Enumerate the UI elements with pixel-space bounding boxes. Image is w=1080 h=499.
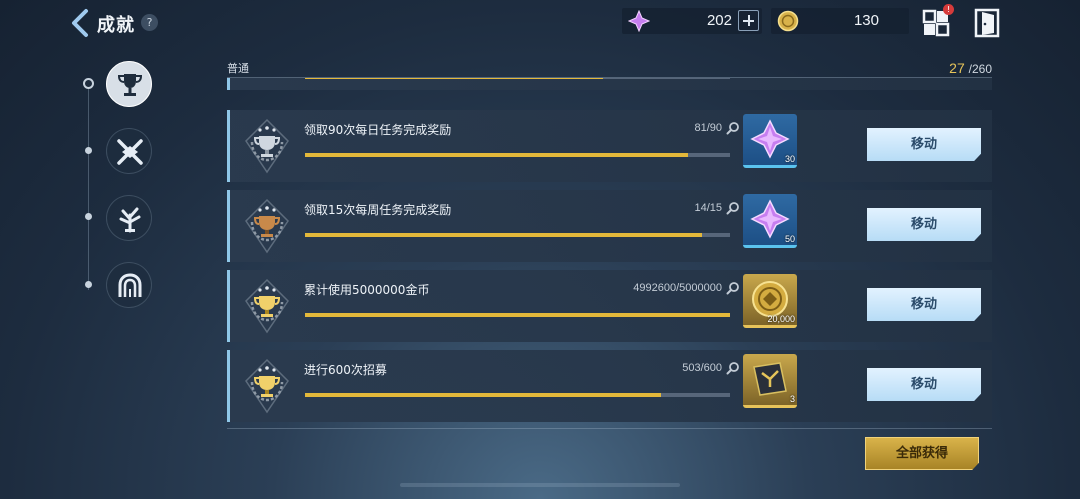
search-icon[interactable] [726,121,740,135]
move-button[interactable]: 移动 [867,288,981,321]
achievement-progress-bar [305,393,730,397]
reward-quantity: 20,000 [767,314,795,324]
move-button[interactable]: 移动 [867,368,981,401]
gold-coin-icon [777,10,799,32]
achievement-progress-bar [305,313,730,317]
page-title: 成就 [97,15,135,36]
reward-quantity: 30 [784,154,795,164]
exit-door-icon[interactable] [974,8,1000,38]
nav-dot [85,281,92,288]
purple-crystal-icon [750,119,790,159]
achievement-row: 领取15次每周任务完成奖励 14/15 50 移动 [227,190,992,262]
notification-badge: ! [943,4,954,15]
coin-resource: 130 [771,8,909,34]
nav-tab-trophy[interactable] [106,61,152,107]
category-nav [0,50,170,310]
achievement-progress-text: 503/600 [682,362,722,374]
achievement-badge-icon [244,358,290,414]
achievement-title: 进行600次招募 [304,363,387,377]
achievement-badge-icon [244,278,290,334]
tree-icon [119,207,141,233]
nav-tab-combat[interactable] [106,128,152,174]
achievement-row-partial [227,78,992,90]
achievement-counter: 27 /260 [949,60,992,76]
counter-current: 27 [949,60,965,76]
search-icon[interactable] [726,201,740,215]
nav-tab-arch[interactable] [106,262,152,308]
achievement-title: 领取90次每日任务完成奖励 [304,123,452,137]
section-label: 普通 [227,62,249,75]
achievement-row: 领取90次每日任务完成奖励 81/90 30 移动 [227,110,992,182]
achievement-progress-bar [305,153,730,157]
achievement-progress-text: 4992600/5000000 [633,282,722,294]
add-crystal-button[interactable] [738,10,759,31]
top-bar: 成就 ? 202 130 ! [0,0,1080,46]
crystal-value: 202 [706,12,732,29]
counter-total: /260 [968,62,992,76]
reward-item[interactable]: 30 [743,114,797,168]
purple-crystal-icon [750,199,790,239]
claim-all-button[interactable]: 全部获得 [865,437,979,470]
trophy-icon [117,74,143,96]
achievement-progress-bar [305,233,730,237]
reward-item[interactable]: 50 [743,194,797,248]
nav-tab-tree[interactable] [106,195,152,241]
reward-quantity: 3 [789,394,795,404]
achievement-list[interactable]: 领取90次每日任务完成奖励 81/90 30 移动 领取15次每周任务完成奖励 … [227,78,992,423]
achievement-progress-text: 81/90 [694,122,722,134]
scroll-hint [400,483,680,487]
crossed-swords-icon [117,139,143,165]
move-button[interactable]: 移动 [867,128,981,161]
coin-value: 130 [853,12,879,29]
nav-dot [85,147,92,154]
gold-coin-icon [752,281,788,317]
achievement-progress-text: 14/15 [694,202,722,214]
back-arrow-icon[interactable] [68,8,92,38]
recruit-ticket-icon [753,362,787,396]
achievement-row: 进行600次招募 503/600 3 移动 [227,350,992,422]
crystal-resource: 202 [622,8,762,34]
move-button[interactable]: 移动 [867,208,981,241]
search-icon[interactable] [726,361,740,375]
help-icon[interactable]: ? [141,14,158,31]
achievement-row: 累计使用5000000金币 4992600/5000000 20,000 移动 [227,270,992,342]
achievement-badge-icon [244,118,290,174]
nav-dot-active [83,78,94,89]
achievement-title: 领取15次每周任务完成奖励 [304,203,452,217]
achievement-badge-icon [244,198,290,254]
nav-dot [85,213,92,220]
search-icon[interactable] [726,281,740,295]
purple-crystal-icon [628,10,650,32]
reward-item[interactable]: 3 [743,354,797,408]
reward-item[interactable]: 20,000 [743,274,797,328]
achievement-title: 累计使用5000000金币 [304,283,430,297]
reward-quantity: 50 [784,234,795,244]
arch-gate-icon [118,273,142,297]
